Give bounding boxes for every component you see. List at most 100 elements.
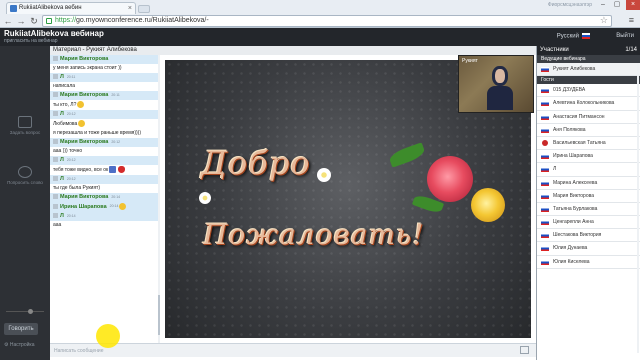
- new-tab-button[interactable]: [138, 5, 150, 13]
- participant-row[interactable]: Анастасия Питмансон: [537, 111, 640, 124]
- close-window-icon[interactable]: ×: [626, 0, 640, 10]
- chat-author: Мария Викторова: [60, 92, 109, 98]
- webinar-title: RukiiatAlibekova вебинар: [4, 29, 104, 38]
- invite-link[interactable]: пригласить на вебинар: [4, 38, 58, 44]
- bookmark-star-icon[interactable]: ☆: [600, 15, 608, 26]
- participant-row[interactable]: Татьяна Бурлакова: [537, 203, 640, 217]
- language-label: Русский: [556, 33, 579, 40]
- flag-icon: [541, 154, 549, 160]
- participant-row[interactable]: Л: [537, 163, 640, 177]
- participant-name: 015 ДЗУДЕВА: [553, 87, 586, 94]
- participant-row[interactable]: Васильевская Татьяна: [537, 137, 640, 151]
- reload-icon[interactable]: ↻: [28, 15, 40, 27]
- back-icon[interactable]: ←: [2, 15, 14, 27]
- flag-icon: [541, 180, 549, 186]
- volume-slider[interactable]: [6, 308, 44, 316]
- chat-message: ты кто, Л?: [50, 100, 158, 110]
- browser-tab[interactable]: RukiiatAlibekova вебин ×: [6, 2, 136, 14]
- participant-row[interactable]: Юлия Дунаева: [537, 242, 640, 256]
- minimize-icon[interactable]: –: [596, 0, 610, 10]
- settings-link[interactable]: ⚙ Настройка: [4, 342, 35, 348]
- chat-author: Мария Викторова: [60, 139, 109, 145]
- participant-name: Ценгарепли Анна: [553, 219, 594, 226]
- volume-knob[interactable]: [28, 309, 33, 314]
- chat-scroll-thumb[interactable]: [158, 295, 160, 335]
- settings-label: Настройка: [9, 342, 35, 348]
- forward-icon[interactable]: →: [15, 15, 27, 27]
- participants-scrollbar[interactable]: [637, 63, 639, 353]
- flag-icon: [541, 220, 549, 226]
- participant-row[interactable]: Мария Викторова: [537, 190, 640, 203]
- flag-icon: [541, 206, 549, 212]
- chat-time: 20:12: [111, 140, 121, 144]
- maximize-icon[interactable]: ▢: [610, 0, 624, 10]
- chat-input[interactable]: Написать сообщение: [50, 343, 536, 357]
- address-bar[interactable]: https://go.myownconference.ru/RukiiatAli…: [42, 15, 612, 27]
- chat-message: ты где была Рукият): [50, 184, 158, 193]
- chat-author: Л: [60, 176, 64, 182]
- russia-flag-icon: [582, 33, 590, 39]
- participant-name: Васильевская Татьяна: [553, 139, 606, 146]
- cursor-highlight: [96, 324, 120, 348]
- guests-section: Гости: [537, 76, 640, 85]
- url-scheme: https://: [55, 17, 77, 24]
- participant-row[interactable]: Ценгарепли Анна: [537, 216, 640, 230]
- user-icon: [53, 111, 58, 117]
- tab-close-icon[interactable]: ×: [128, 3, 132, 14]
- flag-icon: [541, 114, 549, 120]
- daisy-flower: [317, 168, 331, 182]
- request-word-label: Попросить слово: [7, 180, 43, 185]
- send-icon[interactable]: [520, 346, 529, 354]
- flag-icon: [541, 246, 549, 252]
- chat-text: тебя тоже видно, все ок: [53, 166, 109, 173]
- chat-time: 20:12: [66, 112, 76, 116]
- user-icon: [53, 204, 58, 209]
- participant-name: Мария Викторова: [553, 192, 595, 199]
- webcam-video[interactable]: Рукият: [458, 55, 534, 113]
- chat-message: Мария Викторова 20:11: [50, 91, 158, 100]
- participant-name: Аня Полякова: [553, 126, 586, 133]
- guests-list: 015 ДЗУДЕВА Алевтина Колокольникова Анаста…: [537, 84, 640, 269]
- participants-title: Участники: [540, 47, 569, 53]
- heart-icon: [118, 166, 126, 173]
- presenter-head: [492, 66, 508, 86]
- chat-author: Л: [60, 111, 64, 117]
- participant-row[interactable]: Рукият Алибекова: [537, 63, 640, 77]
- browser-menu-icon[interactable]: ≡: [629, 15, 634, 25]
- participant-name: Шестакова Виктория: [553, 232, 602, 239]
- user-icon: [53, 92, 58, 98]
- url-text: go.myownconference.ru/RukiiatAlibekova/-: [76, 17, 209, 24]
- chat-message: ааа ))) точно: [50, 147, 158, 156]
- chat-text: ааа: [53, 222, 62, 228]
- chat-time: 20:14: [111, 195, 121, 199]
- participant-name: Татьяна Бурлакова: [553, 205, 598, 212]
- participant-row[interactable]: Шестакова Виктория: [537, 229, 640, 243]
- participant-row[interactable]: Юлия Киселева: [537, 256, 640, 269]
- chat-message: Мария Викторова 20:14: [50, 193, 158, 202]
- chat-time: 20:11: [66, 75, 76, 79]
- flag-icon: [541, 88, 549, 94]
- language-selector[interactable]: Русский: [557, 33, 590, 40]
- participant-name: Л: [553, 166, 557, 173]
- participant-row[interactable]: Алевтина Колокольникова: [537, 97, 640, 111]
- participant-row[interactable]: Марина Алексеева: [537, 177, 640, 190]
- chat-author: Л: [60, 74, 64, 80]
- hand-icon: [18, 166, 32, 178]
- chat-text: написала: [53, 83, 76, 89]
- participant-row[interactable]: Аня Полякова: [537, 124, 640, 137]
- flag-icon: [541, 167, 549, 173]
- chat-scrollbar[interactable]: [158, 55, 160, 343]
- exit-button[interactable]: Выйти: [616, 33, 634, 39]
- pink-rose: [427, 156, 473, 202]
- request-word-button[interactable]: Попросить слово: [0, 166, 50, 185]
- participant-row[interactable]: Ирина Шарапова: [537, 150, 640, 164]
- participant-row[interactable]: 015 ДЗУДЕВА: [537, 84, 640, 98]
- participants-panel: Участники 1/14 Ведущие вебинара Рукият А…: [536, 46, 640, 360]
- hosts-section: Ведущие вебинара: [537, 55, 640, 63]
- yellow-rose: [471, 188, 505, 222]
- material-bar: Материал - Рукият Алибекова: [50, 46, 536, 55]
- talk-button[interactable]: Говорить: [4, 323, 38, 335]
- user-icon: [53, 74, 58, 80]
- speech-bubble-icon: [18, 116, 32, 128]
- ask-question-button[interactable]: Задать вопрос: [0, 116, 50, 135]
